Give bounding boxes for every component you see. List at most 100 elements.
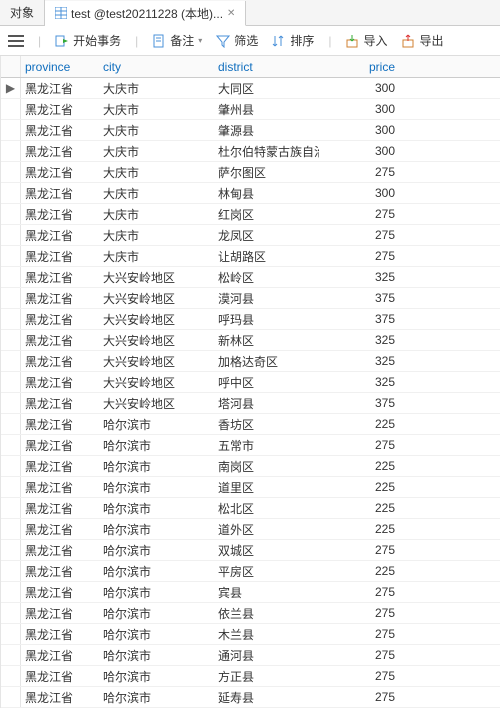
cell-province[interactable]: 黑龙江省 xyxy=(21,80,99,97)
cell-district[interactable]: 呼玛县 xyxy=(214,311,319,328)
cell-city[interactable]: 大庆市 xyxy=(99,143,214,160)
cell-province[interactable]: 黑龙江省 xyxy=(21,353,99,370)
cell-price[interactable]: 275 xyxy=(319,165,399,179)
begin-transaction-button[interactable]: 开始事务 xyxy=(55,32,121,49)
cell-district[interactable]: 让胡路区 xyxy=(214,248,319,265)
memo-button[interactable]: 备注 ▾ xyxy=(152,32,202,49)
tab-objects[interactable]: 对象 xyxy=(0,0,45,25)
cell-city[interactable]: 大庆市 xyxy=(99,101,214,118)
cell-district[interactable]: 大同区 xyxy=(214,80,319,97)
cell-province[interactable]: 黑龙江省 xyxy=(21,584,99,601)
cell-city[interactable]: 哈尔滨市 xyxy=(99,416,214,433)
cell-price[interactable]: 275 xyxy=(319,690,399,704)
column-header-city[interactable]: city xyxy=(99,60,214,74)
cell-province[interactable]: 黑龙江省 xyxy=(21,500,99,517)
cell-city[interactable]: 哈尔滨市 xyxy=(99,500,214,517)
cell-city[interactable]: 大庆市 xyxy=(99,227,214,244)
cell-province[interactable]: 黑龙江省 xyxy=(21,122,99,139)
cell-price[interactable]: 300 xyxy=(319,81,399,95)
cell-district[interactable]: 新林区 xyxy=(214,332,319,349)
table-row[interactable]: 黑龙江省大庆市肇州县300 xyxy=(1,99,500,120)
cell-province[interactable]: 黑龙江省 xyxy=(21,332,99,349)
cell-price[interactable]: 300 xyxy=(319,123,399,137)
cell-city[interactable]: 大兴安岭地区 xyxy=(99,374,214,391)
cell-price[interactable]: 275 xyxy=(319,606,399,620)
import-button[interactable]: 导入 xyxy=(345,32,387,49)
table-row[interactable]: 黑龙江省哈尔滨市道里区225 xyxy=(1,477,500,498)
cell-city[interactable]: 大兴安岭地区 xyxy=(99,290,214,307)
table-row[interactable]: 黑龙江省大庆市红岗区275 xyxy=(1,204,500,225)
cell-city[interactable]: 哈尔滨市 xyxy=(99,479,214,496)
table-row[interactable]: 黑龙江省大兴安岭地区塔河县375 xyxy=(1,393,500,414)
cell-price[interactable]: 325 xyxy=(319,270,399,284)
cell-province[interactable]: 黑龙江省 xyxy=(21,227,99,244)
cell-district[interactable]: 漠河县 xyxy=(214,290,319,307)
column-header-province[interactable]: province xyxy=(21,60,99,74)
cell-city[interactable]: 大庆市 xyxy=(99,80,214,97)
cell-city[interactable]: 哈尔滨市 xyxy=(99,542,214,559)
cell-price[interactable]: 225 xyxy=(319,480,399,494)
cell-city[interactable]: 哈尔滨市 xyxy=(99,458,214,475)
cell-district[interactable]: 肇州县 xyxy=(214,101,319,118)
cell-province[interactable]: 黑龙江省 xyxy=(21,206,99,223)
cell-city[interactable]: 哈尔滨市 xyxy=(99,563,214,580)
cell-price[interactable]: 275 xyxy=(319,438,399,452)
cell-city[interactable]: 大兴安岭地区 xyxy=(99,311,214,328)
tab-test[interactable]: test @test20211228 (本地)... ✕ xyxy=(45,1,246,26)
cell-district[interactable]: 肇源县 xyxy=(214,122,319,139)
cell-city[interactable]: 哈尔滨市 xyxy=(99,626,214,643)
cell-price[interactable]: 275 xyxy=(319,228,399,242)
cell-district[interactable]: 加格达奇区 xyxy=(214,353,319,370)
cell-province[interactable]: 黑龙江省 xyxy=(21,626,99,643)
cell-province[interactable]: 黑龙江省 xyxy=(21,374,99,391)
cell-city[interactable]: 哈尔滨市 xyxy=(99,605,214,622)
cell-city[interactable]: 大兴安岭地区 xyxy=(99,269,214,286)
cell-city[interactable]: 哈尔滨市 xyxy=(99,584,214,601)
table-row[interactable]: 黑龙江省哈尔滨市依兰县275 xyxy=(1,603,500,624)
table-row[interactable]: 黑龙江省哈尔滨市南岗区225 xyxy=(1,456,500,477)
sort-button[interactable]: 排序 xyxy=(272,32,314,49)
table-row[interactable]: 黑龙江省哈尔滨市平房区225 xyxy=(1,561,500,582)
table-row[interactable]: 黑龙江省大庆市龙凤区275 xyxy=(1,225,500,246)
cell-province[interactable]: 黑龙江省 xyxy=(21,185,99,202)
cell-province[interactable]: 黑龙江省 xyxy=(21,416,99,433)
cell-city[interactable]: 大兴安岭地区 xyxy=(99,353,214,370)
cell-district[interactable]: 南岗区 xyxy=(214,458,319,475)
cell-province[interactable]: 黑龙江省 xyxy=(21,647,99,664)
table-row[interactable]: 黑龙江省哈尔滨市木兰县275 xyxy=(1,624,500,645)
table-row[interactable]: 黑龙江省大庆市肇源县300 xyxy=(1,120,500,141)
filter-button[interactable]: 筛选 xyxy=(216,32,258,49)
cell-city[interactable]: 大庆市 xyxy=(99,164,214,181)
cell-district[interactable]: 龙凤区 xyxy=(214,227,319,244)
cell-price[interactable]: 300 xyxy=(319,186,399,200)
cell-province[interactable]: 黑龙江省 xyxy=(21,479,99,496)
table-row[interactable]: 黑龙江省哈尔滨市香坊区225 xyxy=(1,414,500,435)
table-row[interactable]: 黑龙江省大兴安岭地区加格达奇区325 xyxy=(1,351,500,372)
cell-city[interactable]: 哈尔滨市 xyxy=(99,437,214,454)
cell-district[interactable]: 依兰县 xyxy=(214,605,319,622)
cell-district[interactable]: 宾县 xyxy=(214,584,319,601)
table-row[interactable]: 黑龙江省哈尔滨市宾县275 xyxy=(1,582,500,603)
cell-province[interactable]: 黑龙江省 xyxy=(21,290,99,307)
cell-price[interactable]: 275 xyxy=(319,543,399,557)
cell-price[interactable]: 300 xyxy=(319,102,399,116)
table-row[interactable]: 黑龙江省大庆市杜尔伯特蒙古族自治县300 xyxy=(1,141,500,162)
cell-city[interactable]: 哈尔滨市 xyxy=(99,668,214,685)
table-row[interactable]: 黑龙江省大兴安岭地区呼中区325 xyxy=(1,372,500,393)
menu-button[interactable] xyxy=(8,35,24,47)
cell-province[interactable]: 黑龙江省 xyxy=(21,458,99,475)
cell-price[interactable]: 375 xyxy=(319,396,399,410)
table-row[interactable]: 黑龙江省大兴安岭地区漠河县375 xyxy=(1,288,500,309)
cell-province[interactable]: 黑龙江省 xyxy=(21,101,99,118)
table-row[interactable]: 黑龙江省大兴安岭地区松岭区325 xyxy=(1,267,500,288)
cell-city[interactable]: 大兴安岭地区 xyxy=(99,395,214,412)
cell-district[interactable]: 道里区 xyxy=(214,479,319,496)
column-header-price[interactable]: price xyxy=(319,60,399,74)
cell-price[interactable]: 225 xyxy=(319,501,399,515)
cell-price[interactable]: 325 xyxy=(319,375,399,389)
cell-price[interactable]: 275 xyxy=(319,669,399,683)
table-row[interactable]: 黑龙江省哈尔滨市方正县275 xyxy=(1,666,500,687)
cell-city[interactable]: 哈尔滨市 xyxy=(99,521,214,538)
cell-district[interactable]: 呼中区 xyxy=(214,374,319,391)
cell-price[interactable]: 375 xyxy=(319,312,399,326)
